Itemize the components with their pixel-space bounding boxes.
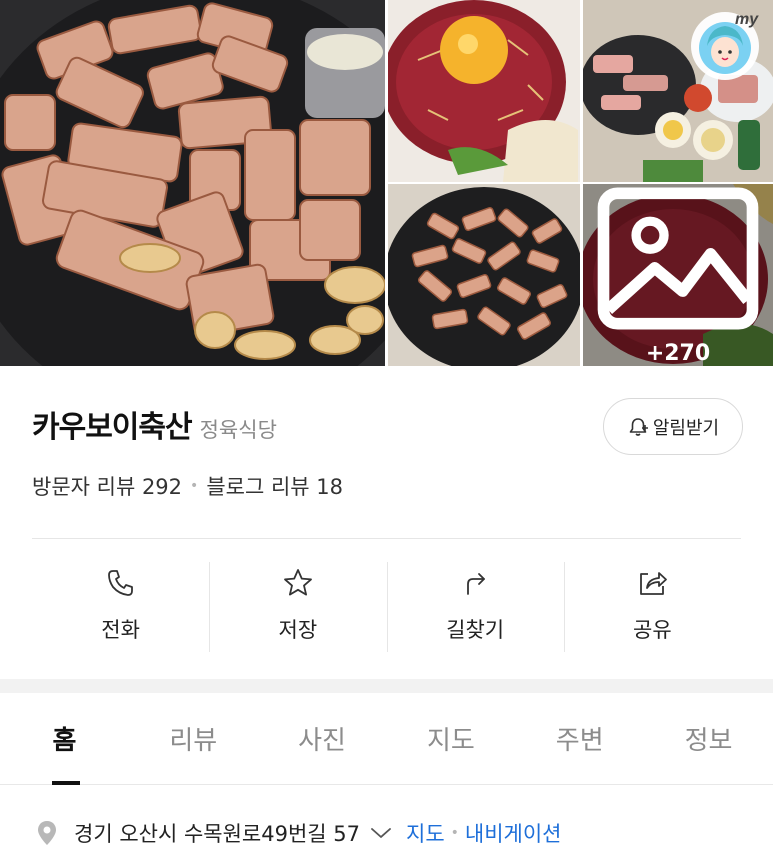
alarm-button[interactable]: 알림받기 — [603, 398, 743, 455]
section-spacer — [0, 679, 773, 693]
svg-text:my: my — [735, 11, 759, 28]
alarm-button-label: 알림받기 — [652, 417, 720, 439]
share-icon — [640, 572, 668, 595]
photo-gallery: my +270 — [0, 0, 773, 366]
gallery-photo-table[interactable]: my — [583, 0, 773, 182]
share-button[interactable]: 공유 — [563, 562, 741, 652]
phone-icon — [107, 570, 133, 596]
save-button[interactable]: 저장 — [209, 562, 386, 652]
active-tab-indicator — [52, 781, 80, 785]
navigation-link[interactable]: 내비게이션 — [465, 818, 562, 848]
address-separator: • — [450, 825, 459, 841]
tab-home[interactable]: 홈 — [0, 693, 129, 784]
tab-photos[interactable]: 사진 — [258, 693, 387, 784]
address-row: 경기 오산시 수목원로49번길 57 지도 • 내비게이션 — [36, 818, 562, 848]
place-name: 카우보이축산 — [32, 410, 193, 445]
directions-button-label: 길찾기 — [446, 618, 505, 642]
gallery-photo-grill[interactable] — [388, 184, 580, 366]
main-photo[interactable] — [0, 0, 385, 366]
directions-button[interactable]: 길찾기 — [386, 562, 564, 652]
tab-reviews[interactable]: 리뷰 — [129, 693, 258, 784]
call-button-label: 전화 — [101, 618, 140, 642]
blog-review-link[interactable]: 블로그 리뷰 18 — [206, 471, 343, 501]
tab-map[interactable]: 지도 — [386, 693, 515, 784]
gallery-photo-more[interactable]: +270 — [583, 184, 773, 366]
action-bar: 전화 저장 길찾기 공유 — [32, 562, 741, 652]
tab-bar: 홈 리뷰 사진 지도 주변 정보 — [0, 693, 773, 785]
review-separator: • — [190, 478, 199, 494]
tab-nearby[interactable]: 주변 — [515, 693, 644, 784]
gallery-photo-yukhoe[interactable] — [388, 0, 580, 182]
address-text[interactable]: 경기 오산시 수목원로49번길 57 — [74, 818, 360, 848]
tab-info[interactable]: 정보 — [644, 693, 773, 784]
place-title-row: 카우보이축산 정육식당 — [32, 402, 277, 446]
star-icon — [283, 569, 312, 596]
chevron-down-icon[interactable] — [370, 826, 392, 840]
more-photos-count: +270 — [645, 341, 711, 366]
bell-plus-icon — [629, 417, 648, 436]
section-divider — [32, 538, 741, 539]
image-icon — [597, 187, 759, 330]
place-category: 정육식당 — [199, 418, 277, 442]
map-link[interactable]: 지도 — [406, 818, 445, 848]
location-pin-icon — [38, 821, 56, 845]
more-photos-overlay[interactable]: +270 — [583, 184, 773, 366]
call-button[interactable]: 전화 — [32, 562, 209, 652]
review-summary: 방문자 리뷰 292 • 블로그 리뷰 18 — [32, 471, 343, 501]
my-profile-badge[interactable]: my — [685, 6, 765, 82]
share-button-label: 공유 — [633, 618, 672, 642]
directions-icon — [467, 573, 486, 595]
save-button-label: 저장 — [278, 618, 318, 642]
visitor-review-link[interactable]: 방문자 리뷰 292 — [32, 471, 182, 501]
